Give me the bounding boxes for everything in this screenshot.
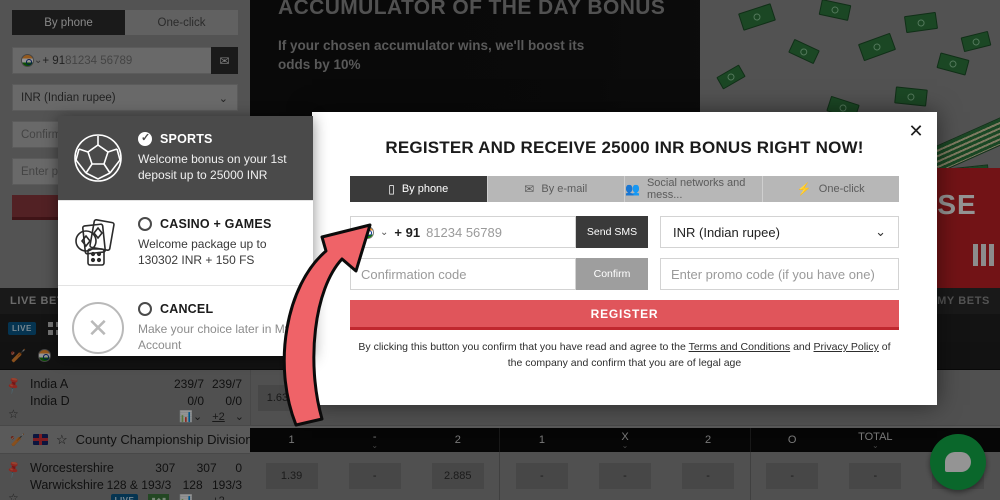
bonus-option-body: SPORTS Welcome bonus on your 1st deposit… <box>138 130 301 183</box>
tab-social-networks[interactable]: 👥 Social networks and mess... <box>625 176 763 202</box>
register-button[interactable]: REGISTER <box>350 300 899 330</box>
close-icon[interactable]: ✕ <box>905 120 927 142</box>
tab-by-email[interactable]: ✉ By e-mail <box>487 176 625 202</box>
terms-and-conditions-link[interactable]: Terms and Conditions <box>689 341 791 353</box>
legal-middle: and <box>790 341 814 353</box>
confirm-button[interactable]: Confirm <box>576 258 648 290</box>
bonus-option-head: CANCEL <box>138 302 301 316</box>
tab-by-phone[interactable]: ▯ By phone <box>350 176 488 202</box>
bonus-option-head: CASINO + GAMES <box>138 217 301 231</box>
promo-code-input[interactable]: Enter promo code (if you have one) <box>660 258 899 290</box>
bonus-option-title: CASINO + GAMES <box>160 217 272 231</box>
phone-icon: ▯ <box>388 182 395 196</box>
radio-icon[interactable] <box>138 217 152 231</box>
currency-group: INR (Indian rupee) ⌄ <box>660 216 899 248</box>
envelope-icon: ✉ <box>524 182 535 196</box>
tab-one-click-label: One-click <box>818 183 865 195</box>
currency-select[interactable]: INR (Indian rupee) ⌄ <box>660 216 899 248</box>
bonus-option-casino[interactable]: CASINO + GAMES Welcome package up to 130… <box>58 200 313 285</box>
bonus-choice-popup: SPORTS Welcome bonus on your 1st deposit… <box>58 116 313 356</box>
bonus-option-body: CASINO + GAMES Welcome package up to 130… <box>138 215 301 268</box>
tab-social-networks-label: Social networks and mess... <box>646 177 746 201</box>
legal-disclaimer: By clicking this button you confirm that… <box>350 340 899 372</box>
bonus-option-title: CANCEL <box>160 302 214 316</box>
form-row-2: Confirmation code Confirm Enter promo co… <box>350 258 899 290</box>
promo-group: Enter promo code (if you have one) <box>660 258 899 290</box>
page-title: REGISTER AND RECEIVE 25000 INR BONUS RIG… <box>385 138 864 157</box>
send-sms-button[interactable]: Send SMS <box>576 216 648 248</box>
form-row-1: ⌄ + 91 81234 56789 Send SMS INR (Indian … <box>350 216 899 248</box>
legal-prefix: By clicking this button you confirm that… <box>358 341 689 353</box>
tab-by-email-label: By e-mail <box>541 183 588 195</box>
bonus-option-head: SPORTS <box>138 131 301 146</box>
people-icon: 👥 <box>625 182 640 196</box>
bonus-option-title: SPORTS <box>160 132 213 146</box>
confirmation-group: Confirmation code Confirm <box>350 258 648 290</box>
bonus-option-body: CANCEL Make your choice later in My Acco… <box>138 300 301 353</box>
chevron-down-icon[interactable]: ⌄ <box>380 227 388 238</box>
phone-placeholder: 81234 56789 <box>426 224 502 240</box>
confirmation-code-input[interactable]: Confirmation code <box>350 258 576 290</box>
bonus-option-cancel[interactable]: ✕ CANCEL Make your choice later in My Ac… <box>58 285 313 370</box>
india-flag-icon <box>361 225 374 239</box>
screenshot-root: By phone One-click ⌄ + 91 81234 56789 ✉ … <box>0 0 1000 500</box>
phone-group: ⌄ + 91 81234 56789 Send SMS <box>350 216 648 248</box>
bonus-option-description: Welcome package up to 130302 INR + 150 F… <box>138 237 267 268</box>
football-icon <box>70 130 126 186</box>
bonus-option-description: Welcome bonus on your 1st deposit up to … <box>138 152 287 183</box>
cancel-circle-icon: ✕ <box>70 300 126 356</box>
registration-form: ⌄ + 91 81234 56789 Send SMS INR (Indian … <box>312 202 937 290</box>
tab-by-phone-label: By phone <box>401 183 449 195</box>
radio-selected-icon[interactable] <box>138 131 152 146</box>
promo-placeholder: Enter promo code (if you have one) <box>671 266 875 282</box>
country-code: + 91 <box>394 224 421 240</box>
bonus-option-description: Make your choice later in My Account <box>138 322 291 353</box>
lightning-icon: ⚡ <box>796 182 812 196</box>
currency-value: INR (Indian rupee) <box>673 224 780 240</box>
phone-input[interactable]: ⌄ + 91 81234 56789 <box>350 216 576 248</box>
casino-chips-icon <box>70 215 126 271</box>
privacy-policy-link[interactable]: Privacy Policy <box>814 341 879 353</box>
cancel-x-glyph: ✕ <box>72 302 124 354</box>
chevron-down-icon: ⌄ <box>875 224 886 239</box>
bonus-option-sports[interactable]: SPORTS Welcome bonus on your 1st deposit… <box>58 116 313 200</box>
registration-modal: ✕ REGISTER AND RECEIVE 25000 INR BONUS R… <box>312 112 937 405</box>
registration-method-tabs: ▯ By phone ✉ By e-mail 👥 Social networks… <box>350 176 899 202</box>
tab-one-click[interactable]: ⚡ One-click <box>762 176 899 202</box>
confirmation-placeholder: Confirmation code <box>361 266 467 282</box>
radio-icon[interactable] <box>138 302 152 316</box>
